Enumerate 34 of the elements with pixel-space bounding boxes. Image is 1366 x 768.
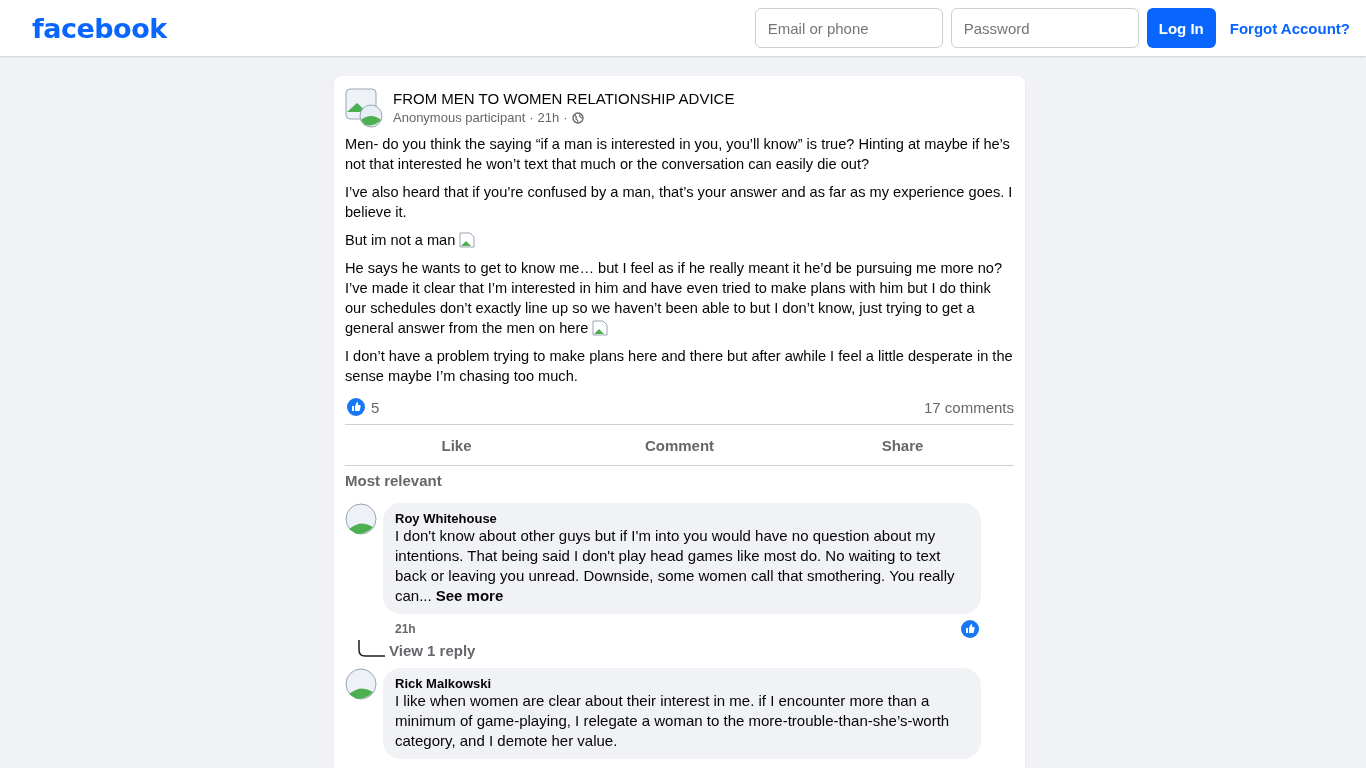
reaction-count[interactable]: 5: [371, 398, 380, 416]
reply-connector-line: [357, 640, 385, 660]
post-paragraph: I don’t have a problem trying to make plans here and there but after awhile I feel a little desperate in the sense maybe I’m chasing too much.: [345, 347, 1014, 386]
author-name: Anonymous participant: [393, 110, 526, 125]
comment-text: I don't know about other guys but if I'm into you would have no question about my intentions. That being said I don't play head games like most do. No waiting to text back or leaving you unread. Downside, some women call that smothering. You really can... See more: [395, 526, 956, 606]
commenter-name[interactable]: Rick Malkowski: [395, 676, 969, 691]
post-time[interactable]: 21h: [537, 110, 560, 125]
post-paragraph: But im not a man: [345, 230, 1014, 250]
group-avatar-icon[interactable]: [345, 88, 385, 128]
like-reaction-icon[interactable]: [347, 398, 365, 416]
forgot-account-link[interactable]: Forgot Account?: [1223, 19, 1350, 37]
globe-icon: [571, 111, 584, 124]
post-paragraph: Men- do you think the saying “if a man is interested in you, you’ll know” is true? Hinting at maybe if he’s not that interested he won’t text that much or the conversation can easily die out?: [345, 135, 1011, 174]
avatar-icon[interactable]: [345, 668, 377, 700]
see-more-link[interactable]: See more: [435, 587, 504, 604]
comment-sort-label[interactable]: Most relevant: [345, 472, 1014, 489]
post-action-button[interactable]: Comment: [568, 429, 791, 461]
login-button[interactable]: Log In: [1146, 8, 1216, 48]
commenter-name[interactable]: Roy Whitehouse: [395, 511, 969, 526]
comment-time[interactable]: 21h: [395, 622, 416, 636]
post-action-button[interactable]: Share: [791, 429, 1014, 461]
email-field[interactable]: Email or phone: [754, 8, 943, 48]
dot-separator: ·: [563, 110, 568, 125]
post-paragraph: He says he wants to get to know me… but I feel as if he really meant it he’d be pursuing me more no? I’ve made it clear that I’m interested in him and have even tried to make plans with him but I do think our schedules don’t exactly line up so we haven’t been able to but I don’t know, just trying to get a general answer from the men on here: [345, 259, 1004, 338]
dot-separator: ·: [529, 110, 534, 125]
avatar-icon[interactable]: [345, 503, 377, 535]
password-field[interactable]: Password: [950, 8, 1139, 48]
view-replies-link[interactable]: View 1 reply: [389, 641, 476, 659]
logo[interactable]: facebook: [32, 12, 167, 44]
comment-text: I like when women are clear about their interest in me. if I encounter more than a minimum of game-playing, I relegate a woman to the more-trouble-than-she’s-worth category, and I demote her value.: [395, 691, 951, 751]
post-paragraph: I’ve also heard that if you’re confused by a man, that’s your answer and as far as my experience goes. I believe it.: [345, 183, 1014, 222]
comments-count[interactable]: 17 comments: [923, 398, 1014, 416]
post-action-button[interactable]: Like: [345, 429, 568, 461]
group-name[interactable]: FROM MEN TO WOMEN RELATIONSHIP ADVICE: [393, 90, 735, 107]
